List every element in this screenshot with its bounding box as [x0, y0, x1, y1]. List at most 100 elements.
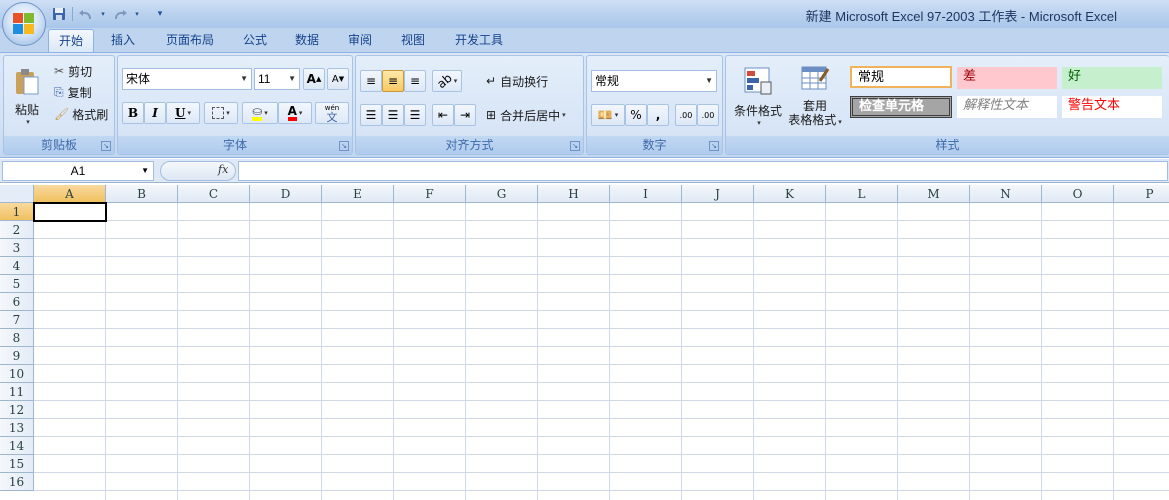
- tab-insert[interactable]: 插入: [103, 29, 143, 52]
- save-icon[interactable]: [50, 6, 68, 22]
- tab-home[interactable]: 开始: [48, 29, 94, 52]
- column-header[interactable]: M: [898, 185, 970, 203]
- dialog-launcher-icon[interactable]: ↘: [709, 141, 719, 151]
- row-header[interactable]: 5: [0, 275, 34, 293]
- percent-style-button[interactable]: %: [625, 104, 647, 126]
- fill-color-button[interactable]: ⛀ ▾: [242, 102, 278, 124]
- tab-page-layout[interactable]: 页面布局: [158, 29, 222, 52]
- increase-decimal-button[interactable]: .00: [675, 104, 697, 126]
- row-header[interactable]: 9: [0, 347, 34, 365]
- grow-font-button[interactable]: A ▲: [303, 68, 325, 90]
- column-header[interactable]: A: [34, 185, 106, 203]
- font-size-select[interactable]: 11 ▼: [254, 68, 300, 90]
- chevron-down-icon[interactable]: ▾: [133, 6, 141, 22]
- column-header[interactable]: B: [106, 185, 178, 203]
- column-header[interactable]: C: [178, 185, 250, 203]
- number-group-label: 数字: [587, 136, 722, 154]
- phonetic-button[interactable]: wén 文: [315, 102, 349, 124]
- column-header[interactable]: L: [826, 185, 898, 203]
- merge-center-button[interactable]: ⊞ 合并后居中 ▾: [486, 105, 566, 125]
- column-header[interactable]: K: [754, 185, 826, 203]
- bold-button[interactable]: B: [122, 102, 144, 124]
- column-header[interactable]: J: [682, 185, 754, 203]
- row-header[interactable]: 3: [0, 239, 34, 257]
- align-top-button[interactable]: ≡: [360, 70, 382, 92]
- format-as-table-button[interactable]: 套用 表格格式 ▾: [784, 60, 846, 132]
- tab-developer[interactable]: 开发工具: [447, 29, 511, 52]
- number-format-select[interactable]: 常规 ▼: [591, 70, 717, 92]
- redo-icon[interactable]: [111, 6, 129, 22]
- column-header[interactable]: G: [466, 185, 538, 203]
- column-header[interactable]: F: [394, 185, 466, 203]
- copy-button[interactable]: ⎘ 复制: [54, 82, 92, 102]
- row-header[interactable]: 7: [0, 311, 34, 329]
- select-all-button[interactable]: [0, 185, 34, 203]
- style-bad[interactable]: 差: [957, 67, 1057, 89]
- cut-button[interactable]: ✂ 剪切: [54, 61, 92, 81]
- format-painter-button[interactable]: 🖌 格式刷: [54, 104, 108, 124]
- column-header[interactable]: I: [610, 185, 682, 203]
- decrease-decimal-button[interactable]: .00: [697, 104, 719, 126]
- align-right-button[interactable]: ☰: [404, 104, 426, 126]
- align-bottom-button[interactable]: ≡: [404, 70, 426, 92]
- column-header[interactable]: D: [250, 185, 322, 203]
- style-normal[interactable]: 常规: [850, 66, 952, 88]
- undo-icon[interactable]: [77, 6, 95, 22]
- underline-button[interactable]: U ▾: [166, 102, 200, 124]
- accounting-format-button[interactable]: 💴 ▾: [591, 104, 625, 126]
- active-cell[interactable]: [33, 202, 107, 222]
- row-header[interactable]: 6: [0, 293, 34, 311]
- italic-button[interactable]: I: [144, 102, 166, 124]
- cells-area[interactable]: [34, 203, 1169, 500]
- orientation-button[interactable]: ab ▾: [432, 70, 462, 92]
- number-group: 常规 ▼ 💴 ▾ % , .00 .00 数字 ↘: [586, 55, 723, 155]
- style-good[interactable]: 好: [1062, 67, 1162, 89]
- row-header[interactable]: 12: [0, 401, 34, 419]
- title-bar: ▾ ▾ ▾ 新建 Microsoft Excel 97-2003 工作表 - M…: [0, 0, 1169, 28]
- style-explanatory[interactable]: 解释性文本: [957, 96, 1057, 118]
- customize-quick-access-icon[interactable]: ▾: [153, 6, 167, 22]
- formula-input[interactable]: [238, 161, 1168, 181]
- align-middle-button[interactable]: ≡: [382, 70, 404, 92]
- tab-data[interactable]: 数据: [287, 29, 327, 52]
- row-header[interactable]: 13: [0, 419, 34, 437]
- column-header[interactable]: E: [322, 185, 394, 203]
- style-warning[interactable]: 警告文本: [1062, 96, 1162, 118]
- row-header[interactable]: 14: [0, 437, 34, 455]
- row-header[interactable]: 15: [0, 455, 34, 473]
- font-color-button[interactable]: A ▾: [278, 102, 312, 124]
- dialog-launcher-icon[interactable]: ↘: [570, 141, 580, 151]
- row-header[interactable]: 11: [0, 383, 34, 401]
- font-family-select[interactable]: 宋体 ▼: [122, 68, 252, 90]
- column-header[interactable]: H: [538, 185, 610, 203]
- chevron-down-icon[interactable]: ▾: [99, 6, 107, 22]
- increase-indent-button[interactable]: ⇥: [454, 104, 476, 126]
- shrink-font-button[interactable]: A ▼: [327, 68, 349, 90]
- row-header[interactable]: 2: [0, 221, 34, 239]
- align-center-button[interactable]: ☰: [382, 104, 404, 126]
- row-header[interactable]: 8: [0, 329, 34, 347]
- column-header[interactable]: N: [970, 185, 1042, 203]
- dialog-launcher-icon[interactable]: ↘: [339, 141, 349, 151]
- style-check-cell[interactable]: 检查单元格: [850, 96, 952, 118]
- row-header[interactable]: 10: [0, 365, 34, 383]
- office-button[interactable]: [2, 2, 46, 46]
- tab-view[interactable]: 视图: [393, 29, 433, 52]
- insert-function-icon[interactable]: fx: [218, 163, 228, 176]
- row-header[interactable]: 1: [0, 203, 34, 221]
- name-box[interactable]: A1 ▼: [2, 161, 154, 181]
- tab-review[interactable]: 审阅: [340, 29, 380, 52]
- comma-style-button[interactable]: ,: [647, 104, 669, 126]
- decrease-indent-button[interactable]: ⇤: [432, 104, 454, 126]
- column-header[interactable]: P: [1114, 185, 1169, 203]
- tab-formulas[interactable]: 公式: [235, 29, 275, 52]
- column-header[interactable]: O: [1042, 185, 1114, 203]
- align-left-button[interactable]: ☰: [360, 104, 382, 126]
- conditional-format-button[interactable]: 条件格式 ▾: [730, 60, 786, 132]
- wrap-text-button[interactable]: ↵ 自动换行: [486, 71, 548, 91]
- paste-button[interactable]: 粘贴 ▾: [6, 58, 48, 134]
- borders-button[interactable]: ▾: [204, 102, 238, 124]
- row-header[interactable]: 16: [0, 473, 34, 491]
- row-header[interactable]: 4: [0, 257, 34, 275]
- dialog-launcher-icon[interactable]: ↘: [101, 141, 111, 151]
